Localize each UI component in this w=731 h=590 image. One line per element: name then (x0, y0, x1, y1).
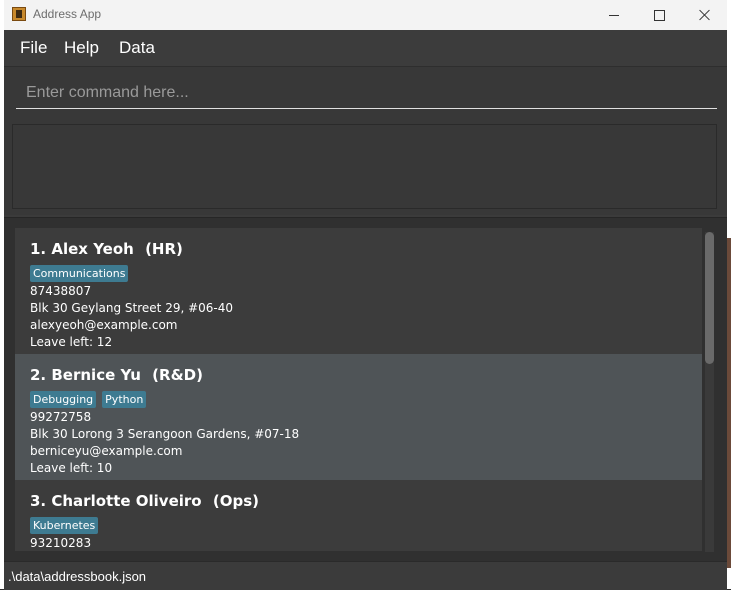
person-email: alexyeoh@example.com (30, 318, 178, 332)
minimize-icon (609, 14, 619, 16)
maximize-icon (653, 9, 665, 21)
person-department: (R&D) (152, 366, 203, 384)
tag-list: Kubernetes (30, 517, 702, 534)
person-phone: 99272758 (30, 410, 92, 424)
command-input[interactable] (16, 77, 717, 109)
person-card[interactable]: 3. Charlotte Oliveiro (Ops) Kubernetes 9… (15, 480, 702, 551)
person-name: Bernice Yu (51, 366, 141, 384)
person-leave: Leave left: 12 (30, 335, 113, 349)
person-phone: 93210283 (30, 536, 92, 550)
person-name-line: 2. Bernice Yu (R&D) (30, 366, 702, 388)
result-display-panel (4, 119, 727, 215)
close-button[interactable] (682, 0, 728, 30)
desktop-background-right (727, 0, 731, 589)
tag-list: Debugging Python (30, 391, 702, 408)
title-bar[interactable]: Address App (4, 0, 727, 30)
person-name-line: 3. Charlotte Oliveiro (Ops) (30, 492, 702, 514)
menu-help[interactable]: Help (64, 38, 99, 58)
tag: Kubernetes (30, 517, 99, 534)
close-icon (699, 9, 711, 21)
person-name: Alex Yeoh (51, 240, 134, 258)
person-email: berniceyu@example.com (30, 444, 183, 458)
save-location-path: .\data\addressbook.json (8, 569, 147, 584)
person-address: Blk 30 Geylang Street 29, #06-40 (30, 301, 234, 315)
app-window: Address App File Help Data 1. Alex Yeoh … (4, 0, 727, 590)
person-card[interactable]: 1. Alex Yeoh (HR) Communications 8743880… (15, 228, 702, 354)
person-index: 1. (30, 240, 47, 258)
maximize-button[interactable] (636, 0, 682, 30)
person-leave: Leave left: 10 (30, 461, 113, 475)
minimize-button[interactable] (591, 0, 637, 30)
person-phone: 87438807 (30, 284, 92, 298)
desktop-wallpaper (727, 238, 731, 568)
app-icon (12, 7, 26, 21)
tag: Debugging (30, 391, 97, 408)
person-department: (HR) (145, 240, 183, 258)
person-name: Charlotte Oliveiro (51, 492, 202, 510)
menu-bar: File Help Data (4, 30, 727, 67)
person-card[interactable]: 2. Bernice Yu (R&D) Debugging Python 992… (15, 354, 702, 480)
scrollbar-thumb[interactable] (705, 232, 714, 364)
menu-data[interactable]: Data (119, 38, 155, 58)
window-title: Address App (33, 7, 102, 21)
tag: Python (102, 391, 147, 408)
tag: Communications (30, 265, 129, 282)
person-department: (Ops) (212, 492, 259, 510)
list-scrollbar[interactable] (705, 232, 714, 552)
person-address: Blk 30 Lorong 3 Serangoon Gardens, #07-1… (30, 427, 300, 441)
person-index: 3. (30, 492, 47, 510)
command-box (4, 67, 727, 119)
result-display (12, 124, 717, 209)
person-index: 2. (30, 366, 47, 384)
person-list-panel: 1. Alex Yeoh (HR) Communications 8743880… (4, 217, 727, 561)
person-name-line: 1. Alex Yeoh (HR) (30, 240, 702, 262)
person-list: 1. Alex Yeoh (HR) Communications 8743880… (15, 228, 702, 551)
tag-list: Communications (30, 265, 702, 282)
menu-file[interactable]: File (20, 38, 47, 58)
status-bar: .\data\addressbook.json (4, 561, 727, 590)
